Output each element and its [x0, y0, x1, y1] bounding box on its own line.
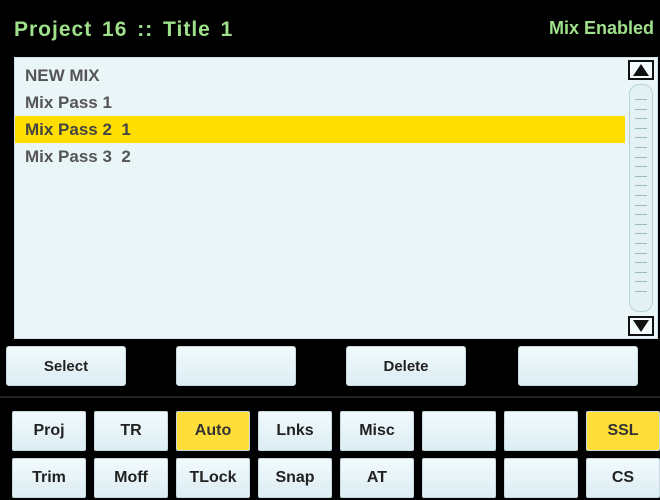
mix-list-panel: NEW MIX Mix Pass 1 Mix Pass 2 1 Mix Pass… [14, 57, 658, 339]
scroll-tick [635, 252, 647, 254]
scroll-tick [635, 99, 647, 100]
key-blank-2[interactable] [504, 411, 578, 451]
key-trim[interactable]: Trim [12, 458, 86, 498]
key-blank-1[interactable] [422, 411, 496, 451]
key-cs[interactable]: CS [586, 458, 660, 498]
list-item[interactable]: Mix Pass 1 [15, 89, 625, 116]
scroll-tick [635, 223, 647, 225]
divider [0, 396, 660, 398]
key-lnks[interactable]: Lnks [258, 411, 332, 451]
scroll-tick [635, 156, 647, 158]
scroll-tick [635, 185, 647, 187]
softkey-blank-2[interactable] [518, 346, 638, 386]
key-snap[interactable]: Snap [258, 458, 332, 498]
scroll-tick [635, 214, 647, 216]
arrow-up-icon [633, 64, 649, 76]
scroll-tick [635, 108, 647, 110]
scroll-tick [635, 281, 647, 283]
key-ssl[interactable]: SSL [586, 411, 660, 451]
scroll-tick [635, 127, 647, 129]
scroll-tick [635, 271, 647, 273]
key-tlock[interactable]: TLock [176, 458, 250, 498]
scroll-tick [635, 118, 647, 120]
softkey-blank-1[interactable] [176, 346, 296, 386]
list-item[interactable]: NEW MIX [15, 62, 625, 89]
list-scrollbar[interactable] [627, 60, 655, 336]
key-tr[interactable]: TR [94, 411, 168, 451]
list-item-selected[interactable]: Mix Pass 2 1 [15, 116, 625, 143]
scroll-track[interactable] [629, 84, 653, 312]
mix-status-label: Mix Enabled [548, 18, 654, 38]
select-button[interactable]: Select [6, 346, 126, 386]
title-bar: Project 16 :: Title 1 Mix Enabled [0, 0, 660, 56]
key-moff[interactable]: Moff [94, 458, 168, 498]
scroll-tick [635, 291, 647, 292]
scroll-tick [635, 195, 647, 196]
delete-button[interactable]: Delete [346, 346, 466, 386]
key-auto[interactable]: Auto [176, 411, 250, 451]
scroll-tick [635, 262, 647, 264]
list-item[interactable]: Mix Pass 3 2 [15, 143, 625, 170]
scroll-tick [635, 204, 647, 206]
scroll-tick [635, 147, 647, 148]
page-title: Project 16 :: Title 1 [14, 18, 234, 41]
scroll-up-button[interactable] [628, 60, 654, 80]
key-at[interactable]: AT [340, 458, 414, 498]
arrow-down-icon [633, 320, 649, 332]
scroll-tick [635, 166, 647, 168]
scroll-tick [635, 243, 647, 244]
key-proj[interactable]: Proj [12, 411, 86, 451]
scroll-tick [635, 233, 647, 235]
key-misc[interactable]: Misc [340, 411, 414, 451]
scroll-tick [635, 137, 647, 139]
key-blank-3[interactable] [422, 458, 496, 498]
mix-list: NEW MIX Mix Pass 1 Mix Pass 2 1 Mix Pass… [15, 62, 625, 170]
scroll-down-button[interactable] [628, 316, 654, 336]
key-blank-4[interactable] [504, 458, 578, 498]
scroll-tick [635, 175, 647, 177]
